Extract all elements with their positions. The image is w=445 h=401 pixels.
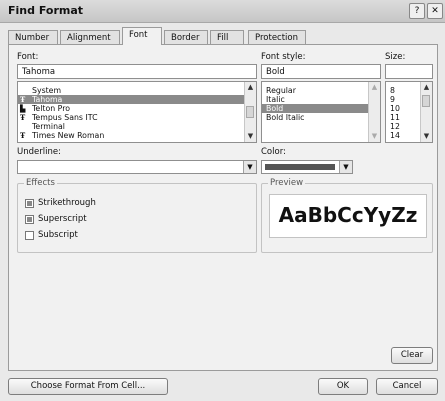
checkbox-unchecked-icon[interactable] xyxy=(25,230,34,240)
size-label: Size: xyxy=(385,52,406,62)
close-button[interactable]: ✕ xyxy=(427,3,443,19)
checkbox-indeterminate-icon[interactable] xyxy=(25,214,34,224)
font-input[interactable]: Tahoma xyxy=(17,64,257,79)
list-item[interactable]: Bold Italic xyxy=(262,113,368,122)
subscript-label: Subscript xyxy=(38,230,78,240)
tab-number[interactable]: Number xyxy=(8,30,58,44)
list-item[interactable]: System xyxy=(18,86,244,95)
list-item[interactable]: Italic xyxy=(262,95,368,104)
title-bar: Find Format ? ✕ xyxy=(0,0,445,23)
color-label: Color: xyxy=(261,147,286,157)
list-item[interactable]: 14 xyxy=(386,131,420,140)
font-style-list[interactable]: Regular Italic Bold Bold Italic ▲ ▼ xyxy=(261,81,381,143)
title-buttons: ? ✕ xyxy=(409,3,443,19)
chevron-down-icon[interactable]: ▼ xyxy=(243,161,256,173)
ok-button[interactable]: OK xyxy=(318,378,368,395)
checkbox-indeterminate-icon[interactable] xyxy=(25,198,34,208)
list-item[interactable]: 11 xyxy=(386,113,420,122)
scroll-down-icon[interactable]: ▼ xyxy=(421,131,432,142)
scroll-thumb[interactable] xyxy=(422,95,430,107)
superscript-checkbox[interactable]: Superscript xyxy=(25,214,87,224)
color-swatch xyxy=(265,164,335,170)
font-list-scrollbar[interactable]: ▲ ▼ xyxy=(244,82,256,142)
preview-box: AaBbCcYyZz xyxy=(269,194,427,238)
truetype-icon: Ŧ xyxy=(20,131,26,140)
find-format-dialog: Find Format ? ✕ Number Alignment Font Bo… xyxy=(0,0,445,401)
preview-sample-text: AaBbCcYyZz xyxy=(278,203,418,227)
effects-title: Effects xyxy=(24,178,57,188)
scroll-thumb[interactable] xyxy=(246,106,254,118)
font-style-label: Font style: xyxy=(261,52,306,62)
cancel-button[interactable]: Cancel xyxy=(376,378,438,395)
scroll-down-icon[interactable]: ▼ xyxy=(245,131,256,142)
size-list[interactable]: 8 9 10 11 12 14 ▲ ▼ xyxy=(385,81,433,143)
preview-title: Preview xyxy=(268,178,306,188)
size-input[interactable] xyxy=(385,64,433,79)
font-list[interactable]: System Ŧ Tahoma ▙ Telton Pro Ŧ Tempus Sans … xyxy=(17,81,257,143)
font-tab-panel: Font: Tahoma System Ŧ Tahoma ▙ Telton Pro … xyxy=(8,44,438,371)
preview-group: Preview AaBbCcYyZz xyxy=(261,178,433,253)
size-scrollbar[interactable]: ▲ ▼ xyxy=(420,82,432,142)
list-item[interactable]: Ŧ Tempus Sans ITC xyxy=(18,113,244,122)
list-item[interactable]: Regular xyxy=(262,86,368,95)
clear-button[interactable]: Clear xyxy=(391,347,433,364)
list-item[interactable]: Terminal xyxy=(18,122,244,131)
font-style-scrollbar[interactable]: ▲ ▼ xyxy=(368,82,380,142)
list-item[interactable]: 8 xyxy=(386,86,420,95)
dialog-title: Find Format xyxy=(8,4,84,17)
superscript-label: Superscript xyxy=(38,214,87,224)
truetype-icon: Ŧ xyxy=(20,113,26,122)
underline-select[interactable]: ▼ xyxy=(17,160,257,174)
list-item[interactable]: Ŧ Tahoma xyxy=(18,95,244,104)
strikethrough-checkbox[interactable]: Strikethrough xyxy=(25,198,96,208)
scroll-up-icon[interactable]: ▲ xyxy=(245,82,256,93)
underline-label: Underline: xyxy=(17,147,61,157)
effects-group: Effects Strikethrough Superscript Subscr… xyxy=(17,178,257,253)
subscript-checkbox[interactable]: Subscript xyxy=(25,230,78,240)
tab-font[interactable]: Font xyxy=(122,27,162,45)
tab-protection[interactable]: Protection xyxy=(248,30,306,44)
opentype-icon: ▙ xyxy=(20,104,26,113)
list-item[interactable]: ▙ Telton Pro xyxy=(18,104,244,113)
font-label: Font: xyxy=(17,52,39,62)
list-item[interactable]: 10 xyxy=(386,104,420,113)
strikethrough-label: Strikethrough xyxy=(38,198,96,208)
chevron-down-icon[interactable]: ▼ xyxy=(339,161,352,173)
scroll-down-icon[interactable]: ▼ xyxy=(369,131,380,142)
choose-format-from-cell-button[interactable]: Choose Format From Cell... xyxy=(8,378,168,395)
list-item[interactable]: Bold xyxy=(262,104,368,113)
scroll-up-icon[interactable]: ▲ xyxy=(421,82,432,93)
list-item[interactable]: 9 xyxy=(386,95,420,104)
tab-fill[interactable]: Fill xyxy=(210,30,244,44)
scroll-up-icon[interactable]: ▲ xyxy=(369,82,380,93)
truetype-icon: Ŧ xyxy=(20,95,26,104)
list-item[interactable]: Ŧ Times New Roman xyxy=(18,131,244,140)
list-item[interactable]: 12 xyxy=(386,122,420,131)
color-picker[interactable]: ▼ xyxy=(261,160,353,174)
font-style-input[interactable]: Bold xyxy=(261,64,381,79)
tab-border[interactable]: Border xyxy=(164,30,208,44)
help-button[interactable]: ? xyxy=(409,3,425,19)
tab-alignment[interactable]: Alignment xyxy=(60,30,120,44)
